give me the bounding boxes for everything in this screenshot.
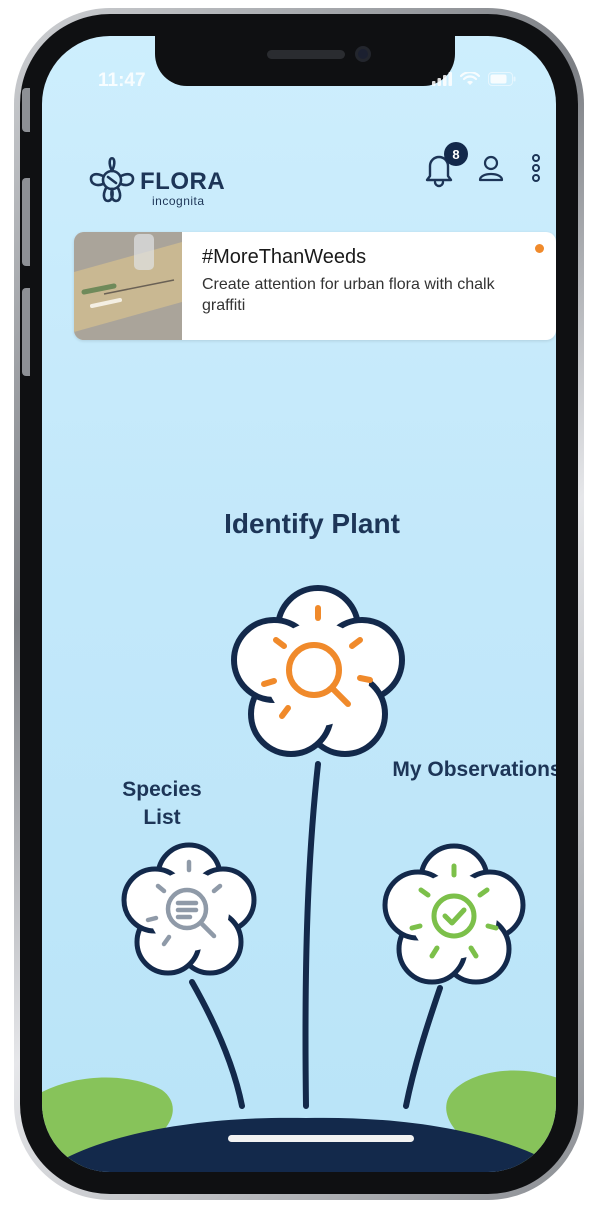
phone-bezel: 11:47 FLORA incognita 8 #MoreThanWeeds C… — [20, 14, 578, 1194]
species-list-label: Species List — [122, 778, 202, 829]
phone-frame: 11:47 FLORA incognita 8 #MoreThanWeeds C… — [14, 8, 584, 1200]
observations-flower-icon — [382, 843, 526, 985]
identify-plant-button[interactable] — [220, 576, 416, 772]
app-screen: 11:47 FLORA incognita 8 #MoreThanWeeds C… — [42, 36, 556, 1172]
my-observations-button[interactable] — [374, 836, 534, 996]
my-observations-label: My Observations — [392, 758, 556, 781]
species-list-button[interactable] — [114, 836, 264, 986]
hill-ground — [42, 1070, 556, 1172]
identify-flower-icon — [231, 585, 405, 757]
volume-down-button — [22, 288, 30, 376]
mute-switch — [22, 88, 30, 132]
species-flower-icon — [121, 842, 257, 976]
volume-up-button — [22, 178, 30, 266]
home-indicator[interactable] — [228, 1135, 414, 1142]
identify-plant-label: Identify Plant — [224, 508, 400, 539]
